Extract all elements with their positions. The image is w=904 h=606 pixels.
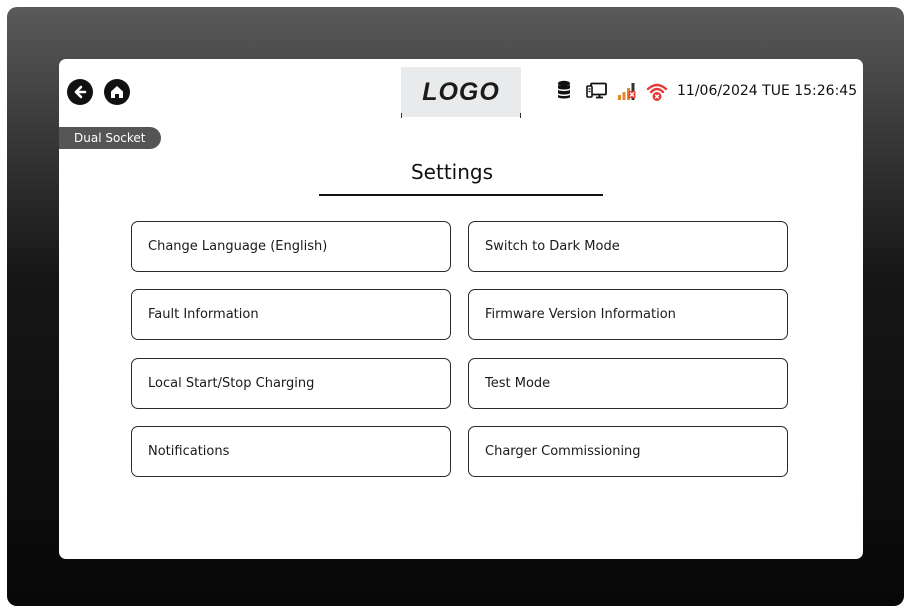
page-title: Settings bbox=[410, 160, 494, 184]
signal-bars-error-icon bbox=[617, 81, 639, 105]
back-button[interactable] bbox=[67, 79, 93, 105]
socket-badge: Dual Socket bbox=[59, 127, 161, 149]
logo: LOGO bbox=[401, 67, 521, 118]
top-bar: LOGO 11/06/2024 TUE 15:26:45 bbox=[59, 59, 863, 125]
test-mode-button[interactable]: Test Mode bbox=[468, 358, 788, 409]
datetime: 11/06/2024 TUE 15:26:45 bbox=[677, 83, 858, 99]
back-arrow-icon bbox=[74, 85, 87, 99]
home-button[interactable] bbox=[104, 79, 130, 105]
local-start-stop-button[interactable]: Local Start/Stop Charging bbox=[131, 358, 451, 409]
dark-mode-button[interactable]: Switch to Dark Mode bbox=[468, 221, 788, 272]
fault-information-button[interactable]: Fault Information bbox=[131, 289, 451, 340]
logo-text: LOGO bbox=[422, 77, 500, 106]
wifi-error-icon bbox=[646, 81, 668, 107]
home-icon bbox=[111, 86, 123, 98]
notifications-button[interactable]: Notifications bbox=[131, 426, 451, 477]
computer-icon bbox=[586, 82, 608, 104]
database-icon bbox=[557, 80, 571, 104]
firmware-version-button[interactable]: Firmware Version Information bbox=[468, 289, 788, 340]
change-language-button[interactable]: Change Language (English) bbox=[131, 221, 451, 272]
charger-commissioning-button[interactable]: Charger Commissioning bbox=[468, 426, 788, 477]
screen: LOGO 11/06/2024 TUE 15:26:45 Dual Socket… bbox=[59, 59, 863, 559]
title-underline bbox=[319, 194, 603, 196]
